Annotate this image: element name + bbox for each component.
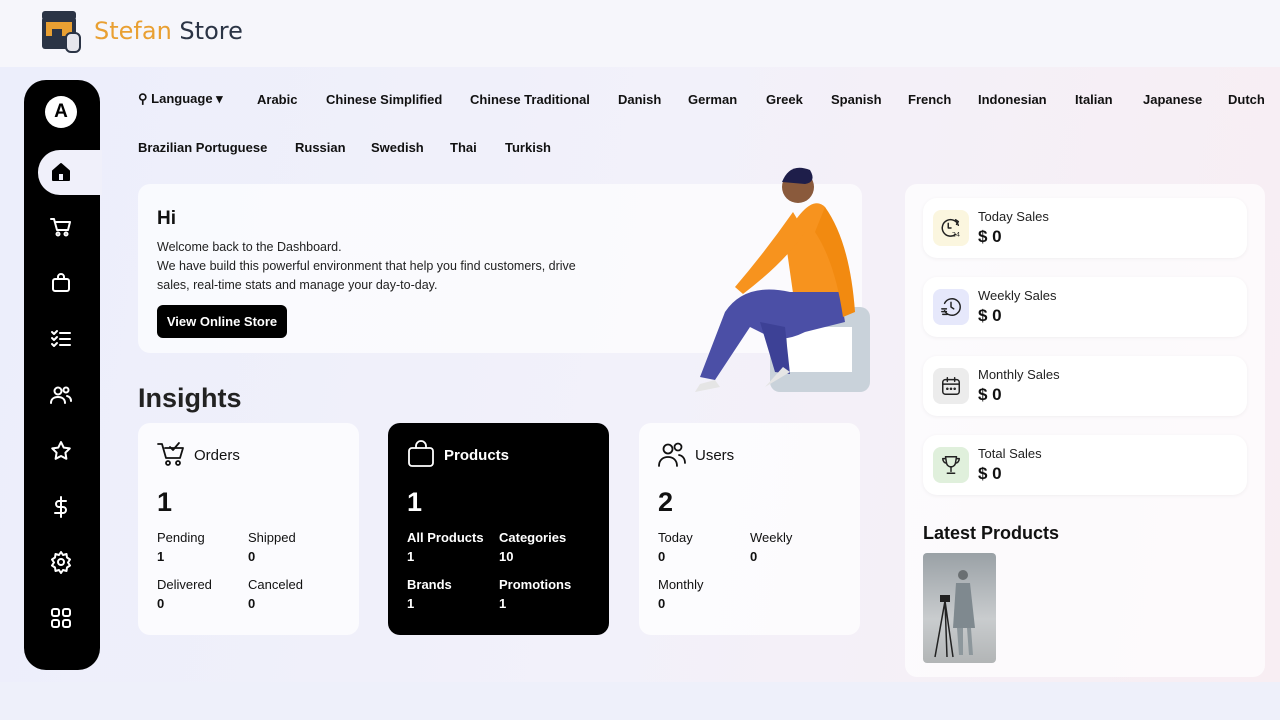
history-icon xyxy=(933,289,969,325)
card-count: 1 xyxy=(157,487,173,517)
language-option[interactable]: Turkish xyxy=(505,140,551,155)
stat-label: Delivered xyxy=(157,577,212,592)
card-title: Users xyxy=(695,447,735,464)
users-card[interactable]: Users 2 Today 0 Weekly 0 Monthly 0 xyxy=(639,423,860,635)
sales-value: $ 0 xyxy=(978,464,1002,483)
orders-card[interactable]: Orders 1 Pending 1 Shipped 0 Delivered 0… xyxy=(138,423,359,635)
language-option[interactable]: Italian xyxy=(1075,92,1113,107)
sales-value: $ 0 xyxy=(978,227,1002,246)
language-option[interactable]: Danish xyxy=(618,92,661,107)
svg-text:24: 24 xyxy=(952,230,960,238)
welcome-text: We have build this powerful environment … xyxy=(157,259,576,273)
language-option[interactable]: Spanish xyxy=(831,92,882,107)
clock-24-icon: 24 xyxy=(933,210,969,246)
stat-label: All Products xyxy=(407,530,484,545)
latest-products-title: Latest Products xyxy=(923,523,1060,543)
stat-label: Promotions xyxy=(499,577,572,592)
sales-label: Today Sales xyxy=(978,209,1049,224)
sales-value: $ 0 xyxy=(978,306,1002,325)
insights-title: Insights xyxy=(138,383,242,413)
globe-icon: ⚲ xyxy=(138,91,148,106)
products-card[interactable]: Products 1 All Products 1 Categories 10 … xyxy=(388,423,609,635)
stat-label: Today xyxy=(658,530,693,545)
language-option[interactable]: Indonesian xyxy=(978,92,1047,107)
sales-label: Weekly Sales xyxy=(978,288,1057,303)
stat-value: 0 xyxy=(658,549,666,564)
stat-value: 1 xyxy=(407,549,415,564)
language-option[interactable]: Chinese Simplified xyxy=(326,92,442,107)
checklist-icon[interactable] xyxy=(49,326,73,350)
sales-value: $ 0 xyxy=(978,385,1002,404)
bag-icon xyxy=(406,439,436,469)
sales-label: Monthly Sales xyxy=(978,367,1060,382)
stat-value: 0 xyxy=(750,549,758,564)
monthly-sales-card[interactable]: Monthly Sales $ 0 xyxy=(923,356,1247,416)
home-icon[interactable] xyxy=(49,160,73,184)
stat-value: 0 xyxy=(157,596,165,611)
language-dropdown[interactable]: ⚲ Language ▾ xyxy=(138,91,223,107)
sales-panel: 24 Today Sales $ 0 Weekly Sales $ 0 Mont… xyxy=(905,184,1265,677)
stat-label: Canceled xyxy=(248,577,303,592)
card-count: 2 xyxy=(658,487,674,517)
card-title: Orders xyxy=(194,447,240,464)
stat-value: 0 xyxy=(658,596,666,611)
brand-name[interactable]: Stefan Store xyxy=(94,17,243,45)
stat-value: 0 xyxy=(248,549,256,564)
welcome-text: sales, real-time stats and manage your d… xyxy=(157,278,438,292)
trophy-icon xyxy=(933,447,969,483)
star-icon[interactable] xyxy=(49,439,73,463)
language-option[interactable]: Chinese Traditional xyxy=(470,92,590,107)
cart-icon[interactable] xyxy=(49,215,73,239)
store-logo-icon xyxy=(42,11,81,53)
stat-value: 1 xyxy=(407,596,415,611)
product-thumbnail[interactable] xyxy=(923,553,996,663)
card-title: Products xyxy=(444,447,510,464)
bag-icon[interactable] xyxy=(49,271,73,295)
weekly-sales-card[interactable]: Weekly Sales $ 0 xyxy=(923,277,1247,337)
sales-label: Total Sales xyxy=(978,446,1042,461)
language-option[interactable]: Dutch xyxy=(1228,92,1265,107)
header: Stefan Store xyxy=(0,0,1280,67)
dollar-icon[interactable] xyxy=(49,495,73,519)
stat-label: Weekly xyxy=(750,530,793,545)
language-option[interactable]: Brazilian Portuguese xyxy=(138,140,267,155)
stat-label: Brands xyxy=(407,577,452,592)
stat-value: 0 xyxy=(248,596,256,611)
card-count: 1 xyxy=(407,487,423,517)
language-option[interactable]: French xyxy=(908,92,951,107)
stat-label: Shipped xyxy=(248,530,296,545)
stat-label: Categories xyxy=(499,530,567,545)
today-sales-card[interactable]: 24 Today Sales $ 0 xyxy=(923,198,1247,258)
language-option[interactable]: Swedish xyxy=(371,140,424,155)
language-option[interactable]: Greek xyxy=(766,92,803,107)
avatar[interactable]: A xyxy=(45,96,77,128)
language-option[interactable]: Japanese xyxy=(1143,92,1202,107)
stat-value: 1 xyxy=(157,549,165,564)
settings-icon[interactable] xyxy=(49,550,73,574)
users-icon xyxy=(657,439,687,469)
stat-label: Monthly xyxy=(658,577,704,592)
view-online-store-button[interactable]: View Online Store xyxy=(157,305,287,338)
language-option[interactable]: Russian xyxy=(295,140,346,155)
total-sales-card[interactable]: Total Sales $ 0 xyxy=(923,435,1247,495)
stat-value: 1 xyxy=(499,596,507,611)
cart-check-icon xyxy=(156,439,186,469)
language-option[interactable]: Thai xyxy=(450,140,477,155)
language-option[interactable]: German xyxy=(688,92,737,107)
grid-icon[interactable] xyxy=(49,606,73,630)
person-illustration xyxy=(695,167,870,392)
users-icon[interactable] xyxy=(49,383,73,407)
stat-value: 10 xyxy=(499,549,514,564)
welcome-text: Welcome back to the Dashboard. xyxy=(157,240,342,254)
language-option[interactable]: Arabic xyxy=(257,92,297,107)
product-photo xyxy=(934,570,975,658)
welcome-title: Hi xyxy=(157,208,176,229)
calendar-icon xyxy=(933,368,969,404)
stat-label: Pending xyxy=(157,530,205,545)
